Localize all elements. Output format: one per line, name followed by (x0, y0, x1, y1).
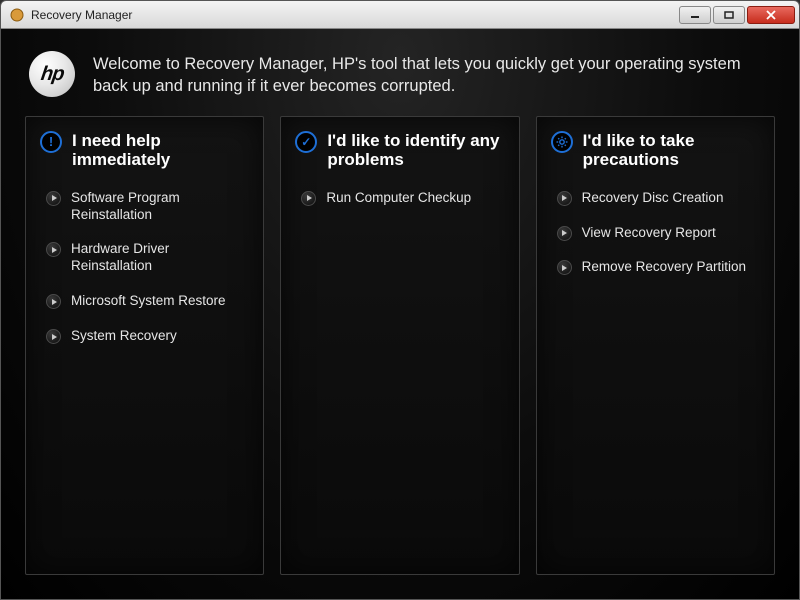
welcome-text: Welcome to Recovery Manager, HP's tool t… (93, 51, 771, 98)
column-header: I'd like to identify any problems (295, 131, 504, 170)
column-identify-problems: I'd like to identify any problems Run Co… (280, 116, 519, 575)
column-title: I'd like to identify any problems (327, 131, 504, 170)
item-system-recovery[interactable]: System Recovery (40, 322, 249, 351)
item-run-computer-checkup[interactable]: Run Computer Checkup (295, 184, 504, 213)
check-icon (295, 131, 317, 153)
item-label: Microsoft System Restore (71, 293, 226, 310)
item-microsoft-system-restore[interactable]: Microsoft System Restore (40, 287, 249, 316)
hp-logo-text: hp (39, 63, 65, 86)
item-remove-recovery-partition[interactable]: Remove Recovery Partition (551, 253, 760, 282)
item-label: Software Program Reinstallation (71, 190, 247, 224)
titlebar[interactable]: Recovery Manager (1, 1, 799, 29)
maximize-button[interactable] (713, 6, 745, 24)
item-hardware-driver-reinstallation[interactable]: Hardware Driver Reinstallation (40, 235, 249, 281)
item-label: Recovery Disc Creation (582, 190, 724, 207)
play-icon (46, 191, 61, 206)
play-icon (46, 294, 61, 309)
play-icon (557, 226, 572, 241)
client-area: hp Welcome to Recovery Manager, HP's too… (1, 29, 799, 599)
gear-icon (551, 131, 573, 153)
item-label: Hardware Driver Reinstallation (71, 241, 247, 275)
column-help-immediately: ! I need help immediately Software Progr… (25, 116, 264, 575)
item-label: System Recovery (71, 328, 177, 345)
column-header: ! I need help immediately (40, 131, 249, 170)
header: hp Welcome to Recovery Manager, HP's too… (21, 45, 779, 116)
play-icon (46, 329, 61, 344)
columns: ! I need help immediately Software Progr… (21, 116, 779, 579)
item-recovery-disc-creation[interactable]: Recovery Disc Creation (551, 184, 760, 213)
minimize-button[interactable] (679, 6, 711, 24)
alert-icon: ! (40, 131, 62, 153)
window-title: Recovery Manager (31, 8, 677, 22)
item-label: Run Computer Checkup (326, 190, 471, 207)
hp-logo-icon: hp (29, 51, 75, 97)
play-icon (301, 191, 316, 206)
item-label: Remove Recovery Partition (582, 259, 746, 276)
item-label: View Recovery Report (582, 225, 716, 242)
column-take-precautions: I'd like to take precautions Recovery Di… (536, 116, 775, 575)
play-icon (557, 191, 572, 206)
close-button[interactable] (747, 6, 795, 24)
window-frame: Recovery Manager hp Welcome to Recovery … (0, 0, 800, 600)
play-icon (46, 242, 61, 257)
column-header: I'd like to take precautions (551, 131, 760, 170)
column-title: I need help immediately (72, 131, 249, 170)
item-software-program-reinstallation[interactable]: Software Program Reinstallation (40, 184, 249, 230)
column-title: I'd like to take precautions (583, 131, 760, 170)
item-view-recovery-report[interactable]: View Recovery Report (551, 219, 760, 248)
play-icon (557, 260, 572, 275)
app-icon (9, 7, 25, 23)
